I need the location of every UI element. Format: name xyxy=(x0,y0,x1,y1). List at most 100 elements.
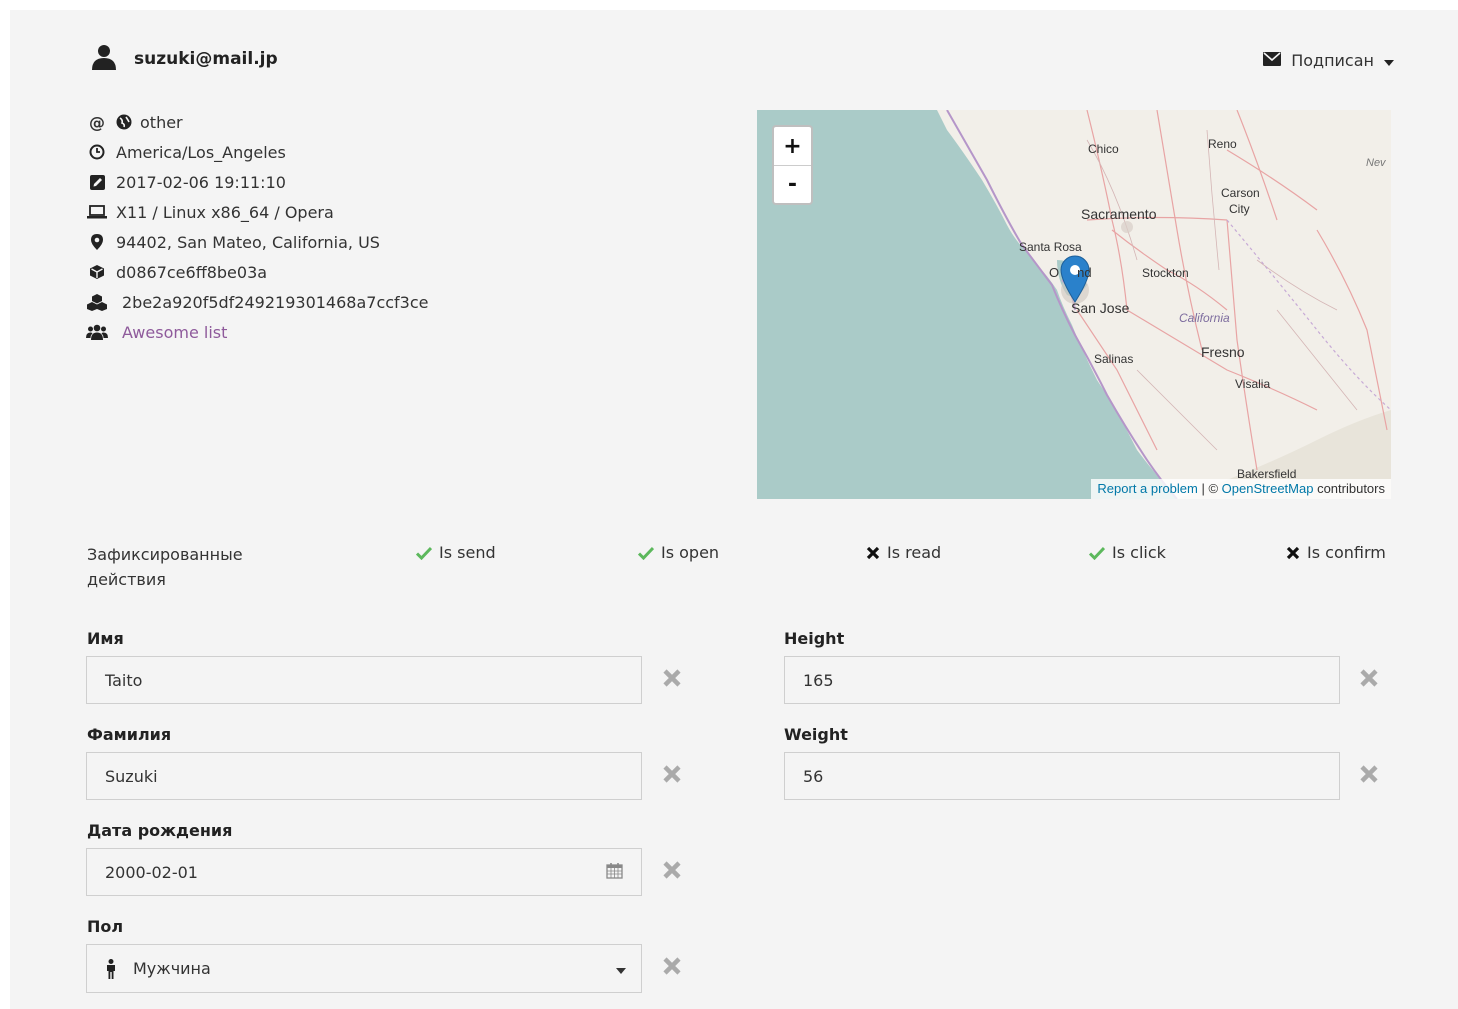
attribution-separator: | © xyxy=(1197,481,1222,496)
clear-icon xyxy=(663,669,681,687)
map-label-oakland: O nd xyxy=(1049,265,1092,280)
status-label: Is send xyxy=(439,543,496,562)
map-label-san-jose: San Jose xyxy=(1071,300,1130,316)
map-label-santa-rosa: Santa Rosa xyxy=(1019,240,1082,254)
clock-icon xyxy=(86,144,108,160)
attribution-tail: contributors xyxy=(1313,481,1385,496)
gender-value: Мужчина xyxy=(133,959,211,978)
weight-value: 56 xyxy=(803,766,824,786)
location-value: 94402, San Mateo, California, US xyxy=(116,232,380,252)
info-source: @ other xyxy=(86,107,429,137)
map-label-nevada: Nev xyxy=(1366,157,1386,169)
calendar-icon[interactable] xyxy=(606,862,623,883)
weight-label: Weight xyxy=(784,725,848,744)
first-name-input[interactable]: Taito xyxy=(86,656,642,704)
device-id-value: d0867ce6ff8be03a xyxy=(116,262,268,282)
map-label-salinas: Salinas xyxy=(1094,352,1134,366)
cross-icon xyxy=(1286,546,1300,560)
platform-value: X11 / Linux x86_64 / Opera xyxy=(116,202,334,222)
subscription-dropdown[interactable]: Подписан xyxy=(1263,51,1394,70)
gender-select[interactable]: Мужчина xyxy=(86,944,642,993)
status-is-read: Is read xyxy=(866,543,941,562)
info-list: @ other America/Los_Angeles 2017-02-06 1… xyxy=(86,107,429,347)
clear-icon xyxy=(663,765,681,783)
registered-value: 2017-02-06 19:11:10 xyxy=(116,172,286,192)
clear-last-name-button[interactable] xyxy=(662,764,682,784)
subscription-label: Подписан xyxy=(1291,51,1374,70)
status-is-send: Is send xyxy=(416,543,496,562)
male-icon xyxy=(105,958,117,979)
birth-date-input[interactable]: 2000-02-01 xyxy=(86,848,642,896)
users-icon xyxy=(86,324,108,340)
user-icon xyxy=(92,44,116,74)
gender-label: Пол xyxy=(87,917,124,936)
clear-icon xyxy=(1360,765,1378,783)
map-label-reno: Reno xyxy=(1208,137,1237,151)
fixed-actions-label: Зафиксированные действия xyxy=(87,545,243,589)
clear-weight-button[interactable] xyxy=(1359,764,1379,784)
clear-icon xyxy=(1360,669,1378,687)
location-map[interactable]: Chico Reno Nev Carson City Sacramento Sa… xyxy=(757,110,1391,499)
height-value: 165 xyxy=(803,670,834,690)
map-label-chico: Chico xyxy=(1088,142,1119,156)
laptop-icon xyxy=(86,205,108,219)
map-label-city: City xyxy=(1229,202,1250,216)
check-icon xyxy=(416,546,432,560)
last-name-input[interactable]: Suzuki xyxy=(86,752,642,800)
timezone-value: America/Los_Angeles xyxy=(116,142,286,162)
awesome-list-link[interactable]: Awesome list xyxy=(122,323,227,342)
height-input[interactable]: 165 xyxy=(784,656,1340,704)
birth-date-label: Дата рождения xyxy=(87,821,233,840)
info-platform: X11 / Linux x86_64 / Opera xyxy=(86,197,429,227)
cross-icon xyxy=(866,546,880,560)
status-is-confirm: Is confirm xyxy=(1286,543,1386,562)
cube-icon xyxy=(86,264,108,280)
clear-icon xyxy=(663,861,681,879)
report-problem-link[interactable]: Report a problem xyxy=(1097,481,1197,496)
map-label-sacramento: Sacramento xyxy=(1081,206,1157,222)
caret-down-icon xyxy=(1384,51,1394,70)
map-marker-icon xyxy=(86,234,108,250)
birth-date-value: 2000-02-01 xyxy=(105,862,198,882)
status-label: Is click xyxy=(1112,543,1166,562)
clear-height-button[interactable] xyxy=(1359,668,1379,688)
status-label: Is read xyxy=(887,543,942,562)
map-label-stockton: Stockton xyxy=(1142,266,1189,280)
user-email: suzuki@mail.jp xyxy=(134,49,278,69)
envelope-icon xyxy=(1263,51,1282,70)
map-attribution: Report a problem | © OpenStreetMap contr… xyxy=(1091,479,1391,499)
status-is-open: Is open xyxy=(638,543,719,562)
user-header: suzuki@mail.jp xyxy=(92,44,278,74)
status-label: Is open xyxy=(661,543,720,562)
clear-birth-date-button[interactable] xyxy=(662,860,682,880)
map-label-visalia: Visalia xyxy=(1235,377,1271,391)
edit-icon xyxy=(86,174,108,190)
select-caret-icon xyxy=(616,959,626,978)
status-is-click: Is click xyxy=(1089,543,1166,562)
clear-gender-button[interactable] xyxy=(662,956,682,976)
status-label: Is confirm xyxy=(1307,543,1386,562)
zoom-in-button[interactable]: + xyxy=(774,127,811,165)
clear-icon xyxy=(663,957,681,975)
check-icon xyxy=(638,546,654,560)
info-timezone: America/Los_Angeles xyxy=(86,137,429,167)
weight-input[interactable]: 56 xyxy=(784,752,1340,800)
info-device: d0867ce6ff8be03a xyxy=(86,257,429,287)
height-label: Height xyxy=(784,629,845,648)
source-value: other xyxy=(140,112,183,132)
map-label-fresno: Fresno xyxy=(1201,344,1245,360)
info-location: 94402, San Mateo, California, US xyxy=(86,227,429,257)
map-zoom-control: + - xyxy=(772,125,813,205)
globe-icon xyxy=(116,114,132,130)
at-icon: @ xyxy=(89,112,105,132)
hash-value: 2be2a920f5df249219301468a7ccf3ce xyxy=(122,292,429,312)
check-icon xyxy=(1089,546,1105,560)
info-list-link: Awesome list xyxy=(86,317,429,347)
last-name-value: Suzuki xyxy=(105,766,158,786)
zoom-out-button[interactable]: - xyxy=(774,165,811,203)
osm-link[interactable]: OpenStreetMap xyxy=(1222,481,1314,496)
clear-first-name-button[interactable] xyxy=(662,668,682,688)
first-name-label: Имя xyxy=(87,629,124,648)
gender-selected: Мужчина xyxy=(105,958,211,979)
info-hash: 2be2a920f5df249219301468a7ccf3ce xyxy=(86,287,429,317)
